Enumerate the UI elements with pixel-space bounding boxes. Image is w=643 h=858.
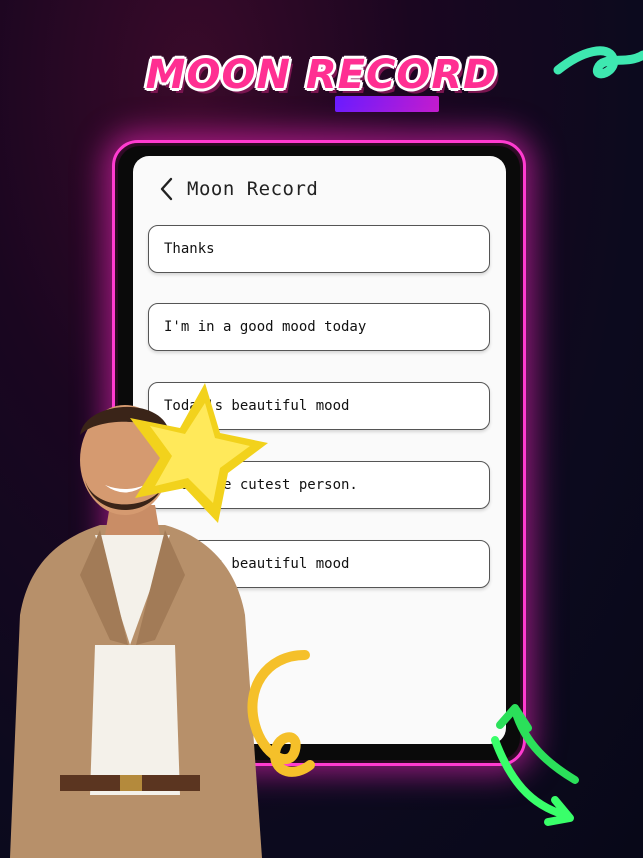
spiral-decoration (247, 650, 315, 777)
back-chevron-icon[interactable] (159, 176, 181, 202)
arrows-decoration (491, 704, 579, 826)
record-item-1[interactable]: Thanks (148, 225, 490, 273)
promo-banner: MOON RECORD (0, 52, 643, 98)
banner-title: MOON RECORD (145, 52, 498, 98)
page-title: Moon Record (187, 178, 319, 200)
star-decoration (130, 383, 268, 523)
ribbon-decoration (553, 46, 643, 79)
nav-bar: Moon Record (159, 174, 318, 204)
record-item-2[interactable]: I'm in a good mood today (148, 303, 490, 351)
banner-accent-bar (335, 96, 439, 112)
